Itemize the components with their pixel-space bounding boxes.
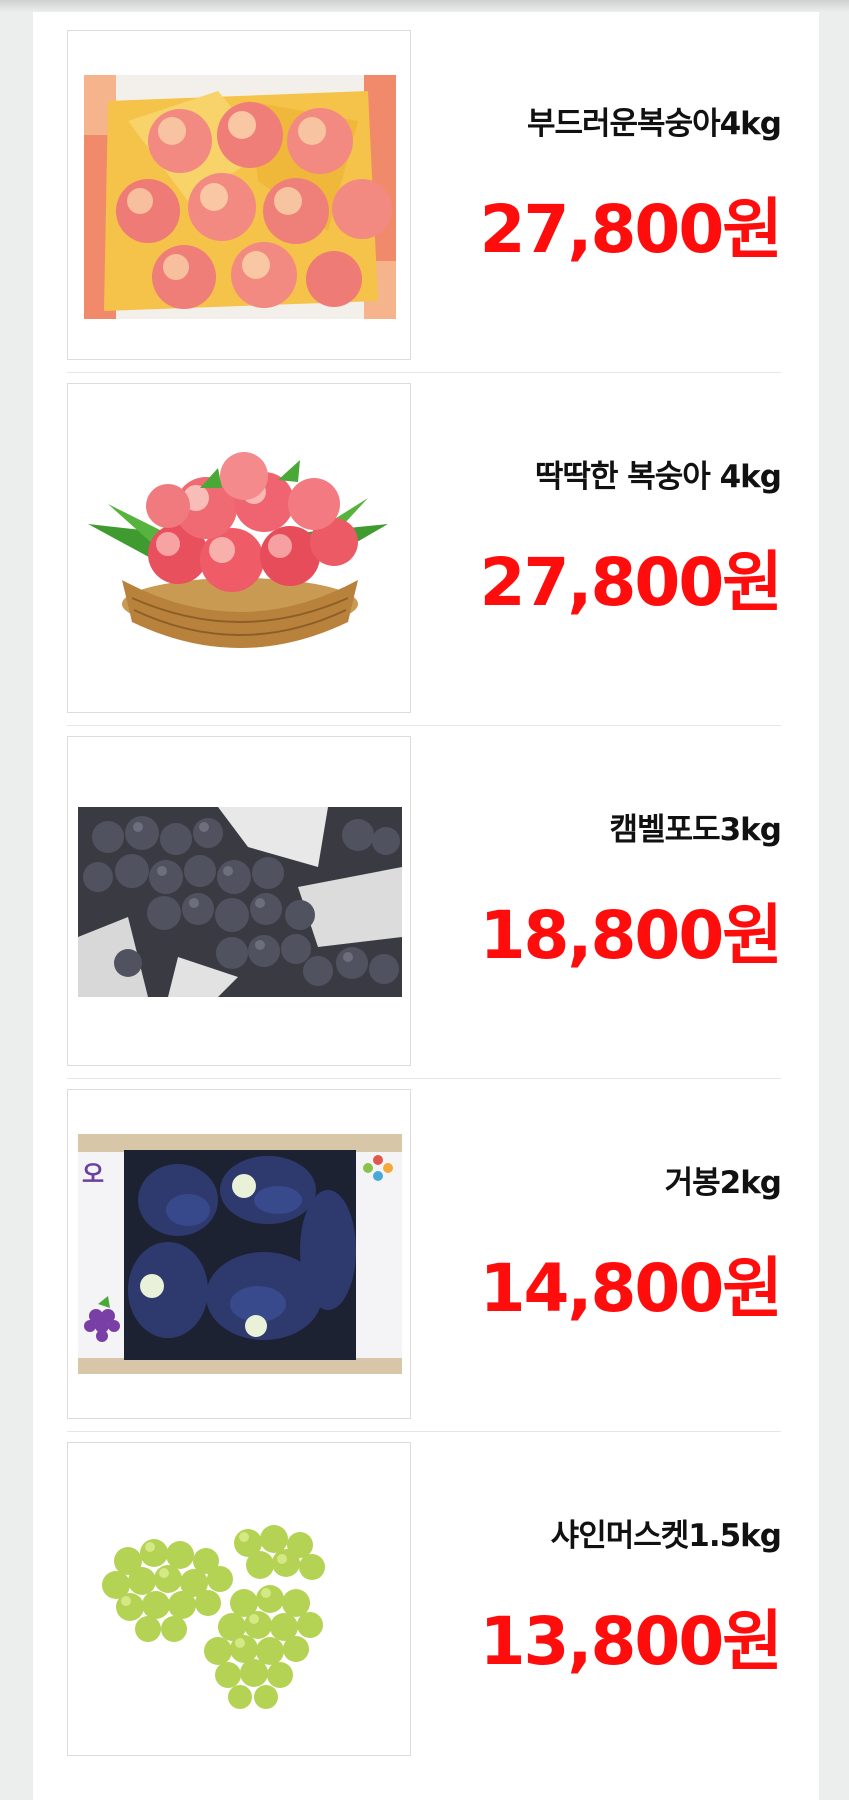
product-item[interactable]: 샤인머스켓1.5kg 13,800원 (33, 1412, 819, 1765)
product-item[interactable]: 캠벨포도3kg 18,800원 (33, 706, 819, 1079)
top-bar-shadow (0, 0, 849, 12)
peach-basket-image[interactable] (67, 383, 411, 713)
product-name: 거봉2kg (664, 1165, 782, 1201)
campbell-grape-image[interactable] (67, 736, 411, 1066)
peach-box-image[interactable] (67, 30, 411, 360)
product-price: 13,800원 (479, 1603, 783, 1680)
product-price: 27,800원 (479, 191, 783, 268)
product-name: 캠벨포도3kg (609, 812, 782, 848)
product-item[interactable]: 오 거봉2kg 14,800원 (33, 1059, 819, 1432)
kyoho-grape-box-image[interactable]: 오 (67, 1089, 411, 1419)
product-name: 부드러운복숭아4kg (526, 106, 782, 142)
product-card-container: 부드러운복숭아4kg 27,800원 딱딱한 복숭아 4kg 27,800원 캠… (33, 0, 819, 1800)
shine-muscat-image[interactable] (67, 1442, 411, 1756)
product-item[interactable]: 딱딱한 복숭아 4kg 27,800원 (33, 353, 819, 726)
product-price: 18,800원 (479, 897, 783, 974)
product-name: 샤인머스켓1.5kg (550, 1518, 782, 1554)
svg-text:오: 오 (82, 1160, 104, 1188)
product-price: 27,800원 (479, 544, 783, 621)
product-item[interactable]: 부드러운복숭아4kg 27,800원 (33, 0, 819, 373)
product-price: 14,800원 (479, 1250, 783, 1327)
product-name: 딱딱한 복숭아 4kg (534, 459, 782, 495)
